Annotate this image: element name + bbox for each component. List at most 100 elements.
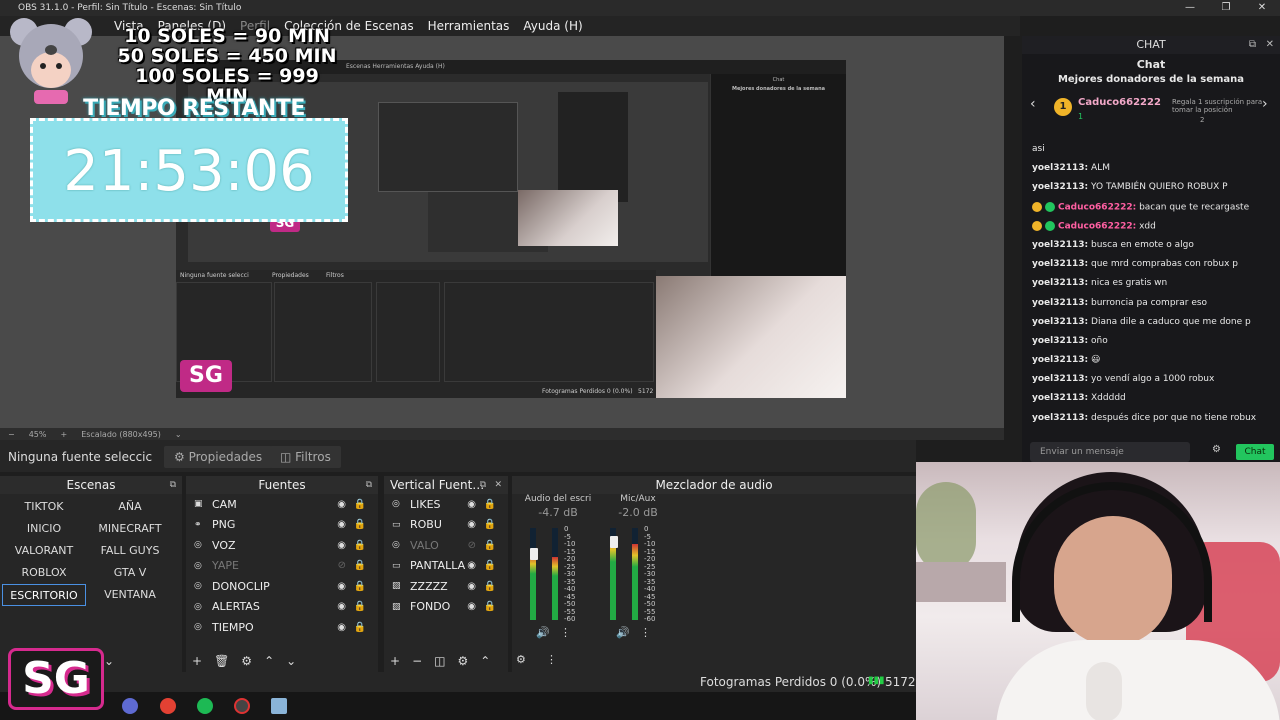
eye-hidden-icon[interactable]: ⊘ (468, 540, 476, 551)
eye-icon[interactable]: ◉ (467, 581, 476, 592)
kebab-icon[interactable]: ⋮ (546, 653, 557, 666)
obs-icon[interactable] (234, 698, 250, 714)
volume-fader[interactable] (610, 536, 618, 548)
spotify-icon[interactable] (197, 698, 213, 714)
undock-icon[interactable]: ⧉ (366, 476, 372, 494)
chevron-up-icon[interactable]: ⌃ (264, 654, 274, 668)
remove-icon[interactable]: − (412, 654, 422, 668)
chat-header: CHAT ⧉ ✕ (1022, 36, 1280, 54)
lock-icon[interactable]: 🔒 (484, 499, 496, 510)
lock-icon[interactable]: 🔒 (354, 540, 366, 551)
volume-fader[interactable] (530, 548, 538, 560)
vertical-item[interactable]: ▨ FONDO ◉ 🔒 (384, 597, 508, 618)
gift-text: Regala 1 suscripción para tomar la posic… (1172, 98, 1263, 114)
mixer-settings-icon[interactable]: ⚙ (516, 653, 526, 666)
vertical-item[interactable]: ▨ ZZZZZ ◉ 🔒 (384, 576, 508, 597)
scene-valorant[interactable]: VALORANT (2, 540, 86, 562)
chevron-left-icon[interactable]: ‹ (1030, 96, 1036, 112)
scene-inicio[interactable]: INICIO (2, 518, 86, 540)
scene-tiktok[interactable]: TIKTOK (2, 496, 86, 518)
minimize-icon[interactable]: — (1172, 0, 1208, 16)
eye-hidden-icon[interactable]: ⊘ (338, 560, 346, 571)
menu-herramientas[interactable]: Herramientas (428, 19, 510, 33)
chat-send-button[interactable]: Chat (1236, 444, 1274, 460)
lock-icon[interactable]: 🔒 (484, 519, 496, 530)
lock-icon[interactable]: 🔒 (354, 622, 366, 633)
gear-icon[interactable]: ⚙ (241, 654, 252, 668)
zoom-out-icon[interactable]: − (8, 430, 15, 439)
lock-icon[interactable]: 🔒 (354, 519, 366, 530)
scene-ventana[interactable]: VENTANA (88, 584, 172, 606)
source-item[interactable]: ◎ TIEMPO ◉ 🔒 (186, 617, 378, 638)
speaker-icon[interactable]: 🔊 (536, 626, 550, 639)
source-item[interactable]: ⚭ PNG ◉ 🔒 (186, 515, 378, 536)
eye-icon[interactable]: ◉ (337, 601, 346, 612)
nested-sources-dock (274, 282, 372, 382)
chevron-right-icon[interactable]: › (1262, 96, 1268, 112)
undock-icon[interactable]: ⧉ (480, 476, 486, 494)
eye-icon[interactable]: ◉ (467, 499, 476, 510)
source-item[interactable]: ◎ YAPE ⊘ 🔒 (186, 556, 378, 577)
eye-icon[interactable]: ◉ (337, 540, 346, 551)
close-icon[interactable]: ✕ (494, 476, 502, 494)
lock-icon[interactable]: 🔒 (484, 601, 496, 612)
lock-icon[interactable]: 🔒 (484, 540, 496, 551)
menu-ayuda[interactable]: Ayuda (H) (523, 19, 582, 33)
scene-ana[interactable]: AÑA (88, 496, 172, 518)
chevron-down-icon[interactable]: ⌄ (175, 430, 182, 439)
lock-icon[interactable]: 🔒 (354, 581, 366, 592)
close-icon[interactable]: ✕ (1244, 0, 1280, 16)
popout-icon[interactable]: ⧉ (1249, 36, 1256, 54)
chat-input[interactable]: Enviar un mensaje (1030, 442, 1190, 462)
chat-tab[interactable]: Chat (1022, 54, 1280, 74)
source-item[interactable]: ◎ VOZ ◉ 🔒 (186, 535, 378, 556)
source-item[interactable]: ▣ CAM ◉ 🔒 (186, 494, 378, 515)
undock-icon[interactable]: ⧉ (170, 476, 176, 494)
eye-icon[interactable]: ◉ (337, 622, 346, 633)
chevron-up-icon[interactable]: ⌃ (480, 654, 490, 668)
vertical-item[interactable]: ▭ PANTALLA ◉ 🔒 (384, 556, 508, 577)
filter-icon[interactable]: ◫ (434, 654, 445, 668)
trash-icon[interactable]: 🗑 (214, 654, 229, 668)
scene-roblox[interactable]: ROBLOX (2, 562, 86, 584)
kbps: 5172 (885, 675, 916, 689)
lock-icon[interactable]: 🔒 (354, 499, 366, 510)
kebab-icon[interactable]: ⋮ (640, 626, 651, 639)
eye-icon[interactable]: ◉ (467, 519, 476, 530)
properties-button[interactable]: ⚙ Propiedades (164, 446, 273, 468)
eye-icon[interactable]: ◉ (337, 581, 346, 592)
eye-icon[interactable]: ◉ (337, 519, 346, 530)
app-icon[interactable] (122, 698, 138, 714)
close-icon[interactable]: ✕ (1266, 36, 1274, 54)
eye-icon[interactable]: ◉ (467, 601, 476, 612)
lock-icon[interactable]: 🔒 (354, 560, 366, 571)
top-donor-name[interactable]: Caduco662222 (1078, 97, 1161, 108)
scene-gtav[interactable]: GTA V (88, 562, 172, 584)
vertical-item[interactable]: ◎ VALO ⊘ 🔒 (384, 535, 508, 556)
lock-icon[interactable]: 🔒 (484, 581, 496, 592)
chevron-down-icon[interactable]: ⌄ (104, 654, 114, 668)
add-icon[interactable]: + (390, 654, 400, 668)
scene-minecraft[interactable]: MINECRAFT (88, 518, 172, 540)
vertical-item[interactable]: ▭ ROBU ◉ 🔒 (384, 515, 508, 536)
source-item[interactable]: ◎ ALERTAS ◉ 🔒 (186, 597, 378, 618)
gear-icon[interactable]: ⚙ (457, 654, 468, 668)
scene-escritorio[interactable]: ESCRITORIO (2, 584, 86, 606)
add-icon[interactable]: + (192, 654, 202, 668)
lock-icon[interactable]: 🔒 (354, 601, 366, 612)
notepad-icon[interactable] (271, 698, 287, 714)
vertical-item[interactable]: ◎ LIKES ◉ 🔒 (384, 494, 508, 515)
kebab-icon[interactable]: ⋮ (560, 626, 571, 639)
eye-icon[interactable]: ◉ (467, 560, 476, 571)
eye-icon[interactable]: ◉ (337, 499, 346, 510)
zoom-in-icon[interactable]: + (60, 430, 67, 439)
maximize-icon[interactable]: ❐ (1208, 0, 1244, 16)
lock-icon[interactable]: 🔒 (484, 560, 496, 571)
gear-icon[interactable]: ⚙ (1212, 444, 1221, 455)
chrome-icon[interactable] (160, 698, 176, 714)
source-item[interactable]: ◎ DONOCLIP ◉ 🔒 (186, 576, 378, 597)
scene-fallguys[interactable]: FALL GUYS (88, 540, 172, 562)
chevron-down-icon[interactable]: ⌄ (286, 654, 296, 668)
filters-button[interactable]: ◫ Filtros (270, 446, 341, 468)
speaker-icon[interactable]: 🔊 (616, 626, 630, 639)
